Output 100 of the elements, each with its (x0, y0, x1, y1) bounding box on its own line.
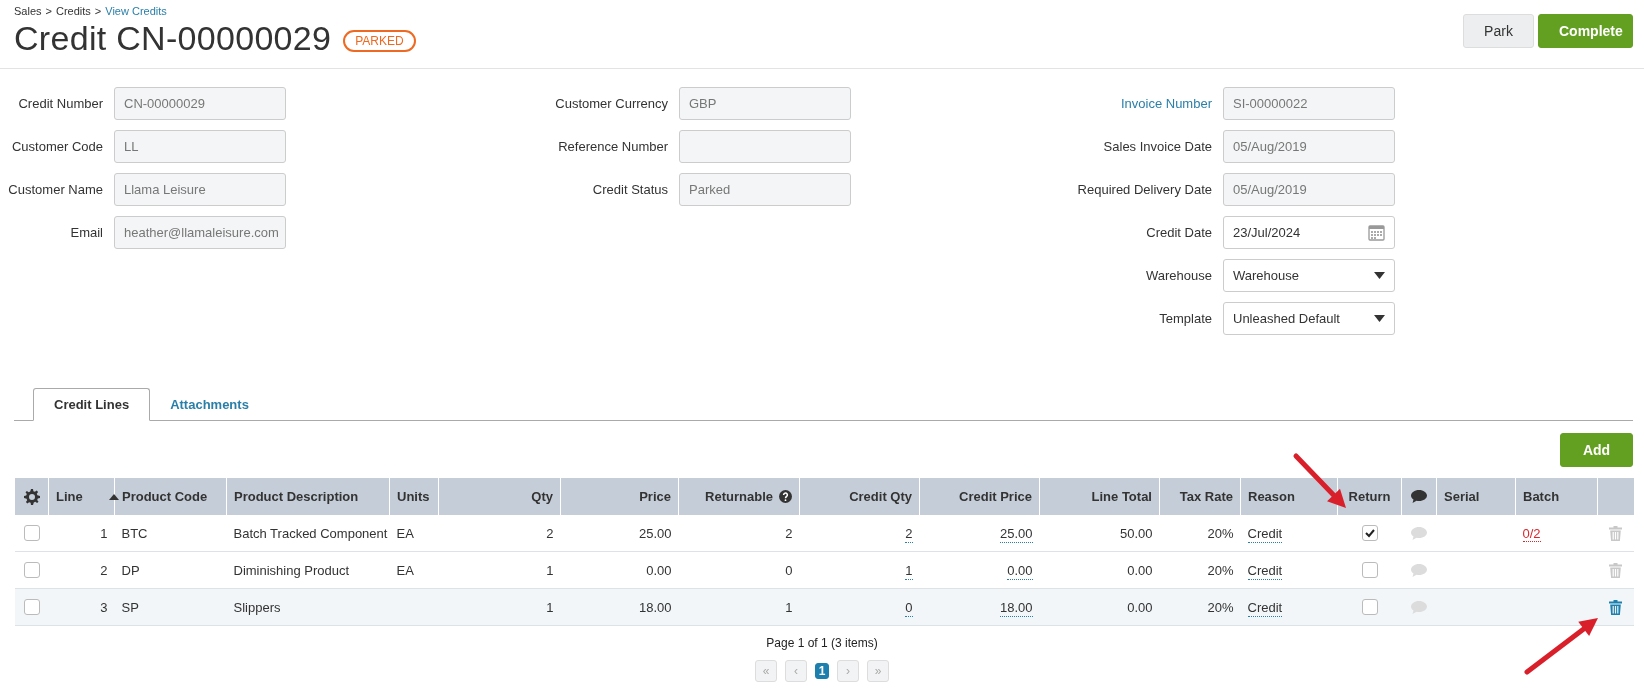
caret-icon (1374, 272, 1385, 279)
input-field[interactable]: SI-00000022 (1223, 87, 1395, 120)
speech-bubble-icon (1411, 490, 1427, 503)
table-cell: 0.00 (560, 551, 679, 589)
table-cell: 18.00 (560, 588, 679, 626)
input-field[interactable]: heather@llamaleisure.com (114, 216, 286, 249)
breadcrumb-item: Sales (14, 5, 42, 17)
editable-value[interactable]: 0.00 (1007, 562, 1033, 580)
input-field[interactable]: Llama Leisure (114, 173, 286, 206)
input-field[interactable]: Parked (679, 173, 851, 206)
delete-icon[interactable] (1609, 562, 1622, 578)
field-label: Email (70, 225, 103, 240)
field-label: Credit Date (1146, 225, 1212, 240)
speech-bubble-icon[interactable] (1411, 563, 1427, 577)
editable-value[interactable]: 25.00 (999, 525, 1033, 543)
table-cell: 1 (678, 588, 800, 626)
table-cell: EA (389, 551, 439, 589)
input-field[interactable]: LL (114, 130, 286, 163)
field-label: Sales Invoice Date (1103, 139, 1212, 154)
column-header: Line Total (1039, 478, 1160, 515)
column-header: Serial (1436, 478, 1516, 515)
table-row[interactable]: 3 SP Slippers 1 18.00 1 0 18.00 0.00 20% Credit (14, 588, 1634, 626)
field-label: Customer Currency (555, 96, 668, 111)
row-checkbox[interactable] (23, 525, 40, 542)
park-button[interactable]: Park (1463, 14, 1534, 48)
column-header: Reason (1240, 478, 1338, 515)
breadcrumb-item: > (45, 5, 52, 17)
delete-icon[interactable] (1609, 599, 1622, 615)
row-checkbox[interactable] (23, 562, 40, 579)
date-field[interactable]: 23/Jul/2024 (1223, 216, 1395, 249)
column-header: Returnable (705, 489, 773, 504)
table-cell: 3 (48, 588, 115, 626)
breadcrumb-item: Credits (55, 5, 91, 17)
table-cell: 1 (438, 551, 561, 589)
table-cell: Diminishing Product (226, 551, 390, 589)
return-checkbox[interactable] (1361, 599, 1378, 616)
page-button[interactable]: 1 (815, 663, 829, 679)
column-header: Tax Rate (1159, 478, 1241, 515)
table-cell: EA (389, 515, 439, 552)
field-label: Warehouse (1146, 268, 1212, 283)
editable-value[interactable]: Credit (1247, 599, 1283, 617)
field-label-link[interactable]: Invoice Number (1120, 96, 1212, 111)
table-cell: Batch Tracked Component (226, 515, 390, 552)
table-cell: 2 (48, 551, 115, 589)
table-row[interactable]: 2 DP Diminishing Product EA 1 0.00 0 1 0.00 0.00 20% Credit (14, 551, 1634, 589)
table-row[interactable]: 1 BTC Batch Tracked Component EA 2 25.00 2 2 25.00 50.00 20% Credit 0/2 (14, 515, 1634, 552)
column-header: Qty (438, 478, 561, 515)
editable-value[interactable]: Credit (1247, 562, 1283, 580)
column-header: Batch (1515, 478, 1598, 515)
field-label: Required Delivery Date (1077, 182, 1212, 197)
table-cell: SP (114, 588, 227, 626)
editable-value[interactable]: 0 (905, 599, 913, 617)
speech-bubble-icon[interactable] (1411, 600, 1427, 614)
complete-button[interactable]: Complete (1538, 14, 1633, 48)
table-cell: 50.00 (1039, 515, 1160, 552)
editable-value[interactable]: Credit (1247, 525, 1283, 543)
breadcrumb-link[interactable]: View Credits (105, 5, 167, 17)
input-field[interactable]: 05/Aug/2019 (1223, 130, 1395, 163)
tab[interactable]: Attachments (150, 388, 269, 421)
delete-icon[interactable] (1609, 525, 1622, 541)
settings-icon[interactable] (23, 488, 40, 505)
editable-value[interactable]: 2 (905, 525, 913, 543)
editable-value[interactable]: 1 (905, 562, 913, 580)
batch-link[interactable]: 0/2 (1522, 525, 1541, 542)
breadcrumb-item: > (94, 5, 102, 17)
input-field[interactable]: CN-00000029 (114, 87, 286, 120)
table-cell: DP (114, 551, 227, 589)
help-icon (779, 490, 792, 503)
table-cell: 20% (1159, 551, 1241, 589)
return-checkbox[interactable] (1361, 562, 1378, 579)
input-field[interactable] (679, 130, 851, 163)
table-cell: 1 (48, 515, 115, 552)
column-header: Product Description (226, 478, 390, 515)
return-checkbox[interactable] (1361, 525, 1378, 542)
sort-ascending-icon (108, 493, 119, 500)
add-button[interactable]: Add (1560, 433, 1633, 467)
input-field[interactable]: 05/Aug/2019 (1223, 173, 1395, 206)
editable-value[interactable]: 18.00 (999, 599, 1033, 617)
status-badge: PARKED (343, 29, 416, 52)
field-label: Reference Number (558, 139, 668, 154)
column-header: Units (389, 478, 439, 515)
row-checkbox[interactable] (23, 599, 40, 616)
table-cell: 0 (678, 551, 800, 589)
column-header[interactable]: Line (56, 489, 83, 504)
table-cell: BTC (114, 515, 227, 552)
tab[interactable]: Credit Lines (33, 388, 151, 421)
column-header: Credit Price (919, 478, 1040, 515)
column-header: Return (1337, 478, 1402, 515)
field-label: Template (1159, 311, 1212, 326)
table-cell: 2 (678, 515, 800, 552)
dropdown-field[interactable]: Warehouse (1223, 259, 1395, 292)
page-summary: Page 1 of 1 (3 items) (766, 636, 878, 650)
page-title: Credit CN-00000029 (14, 19, 332, 58)
table-cell: 20% (1159, 588, 1241, 626)
table-cell: 2 (438, 515, 561, 552)
column-header: Credit Qty (799, 478, 920, 515)
dropdown-field[interactable]: Unleashed Default (1223, 302, 1395, 335)
column-header: Price (560, 478, 679, 515)
input-field[interactable]: GBP (679, 87, 851, 120)
speech-bubble-icon[interactable] (1411, 526, 1427, 540)
